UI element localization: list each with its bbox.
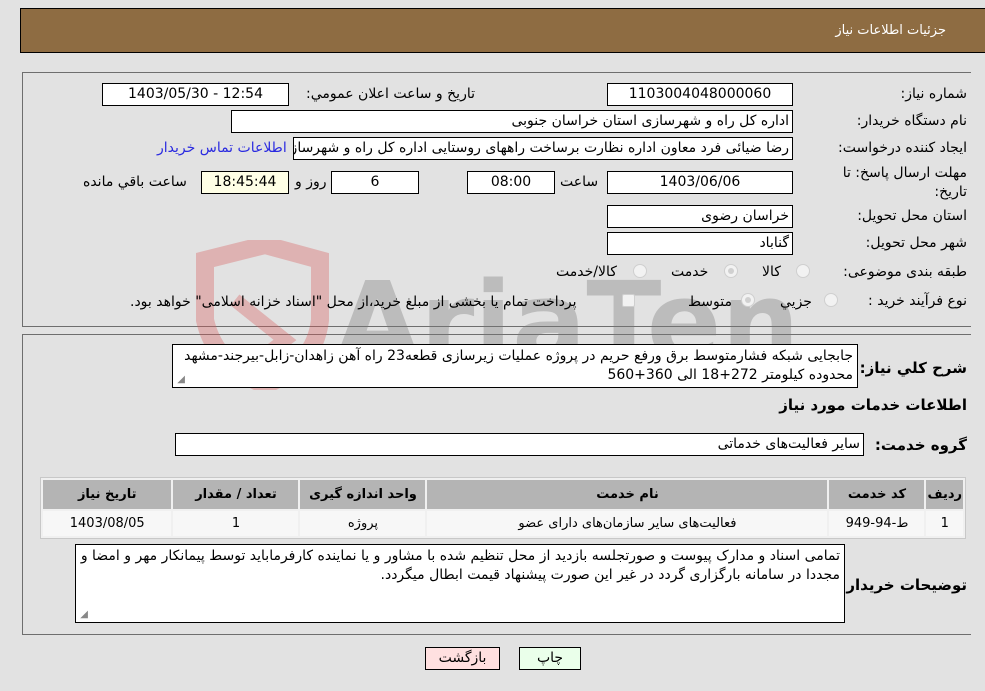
creator-field: رضا ضیائی فرد معاون اداره نظارت برساخت ر… [293,137,793,160]
services-table: رديف کد خدمت نام خدمت واحد اندازه گيری ت… [40,477,966,539]
header-bar: جزئیات اطلاعات نیاز [20,8,985,53]
print-button[interactable]: چاپ [519,647,581,670]
cell-service-code: ط-94-949 [829,511,925,536]
category-service-label: خدمت [671,264,709,280]
remaining-time-label: ساعت باقي مانده [83,174,187,190]
table-header-row: رديف کد خدمت نام خدمت واحد اندازه گيری ت… [43,480,963,509]
description-textarea[interactable]: جابجایی شبکه فشارمتوسط برق ورفع حریم در … [172,344,858,388]
resize-grip-icon[interactable]: ◢ [175,375,185,385]
col-service-code: کد خدمت [829,480,925,509]
cell-unit: پروژه [300,511,426,536]
need-number-field: 1103004048000060 [607,83,793,106]
purchase-radio-minor[interactable] [824,293,838,307]
description-text: جابجایی شبکه فشارمتوسط برق ورفع حریم در … [184,348,853,383]
col-unit: واحد اندازه گيری [300,480,426,509]
category-goods-label: کالا [762,264,781,280]
creator-label: ايجاد کننده درخواست: [838,140,967,156]
buyer-org-label: نام دستگاه خريدار: [856,113,967,129]
buyer-org-field: اداره کل راه و شهرسازی استان خراسان جنوب… [231,110,793,133]
treasury-checkbox[interactable] [622,294,635,307]
table-row: 1 ط-94-949 فعالیت‌های سایر سازمان‌های دا… [43,511,963,536]
deadline-label: مهلت ارسال پاسخ: تا تاریخ: [842,165,967,200]
resize-grip-icon[interactable]: ◢ [78,610,88,620]
description-label: شرح کلي نياز: [859,359,967,377]
col-service-name: نام خدمت [427,480,828,509]
cell-need-date: 1403/08/05 [43,511,172,536]
buyer-notes-textarea[interactable]: تمامی اسناد و مدارک پیوست و صورتجلسه باز… [75,544,845,623]
category-label: طبقه بندی موضوعی: [843,264,967,280]
deadline-time-label: ساعت [560,174,599,190]
cell-quantity: 1 [173,511,299,536]
col-row-number: رديف [926,480,963,509]
days-remaining-field: 6 [331,171,419,194]
treasury-note: پرداخت تمام یا بخشی از مبلغ خرید،از محل … [130,294,577,310]
col-quantity: تعداد / مقدار [173,480,299,509]
city-field: گناباد [607,232,793,255]
service-group-label: گروه خدمت: [874,436,967,454]
purchase-medium-label: متوسط [688,294,732,310]
province-field: خراسان رضوی [607,205,793,228]
category-goods-service-label: کالا/خدمت [556,264,617,280]
days-label: روز و [295,174,327,190]
deadline-date-field: 1403/06/06 [607,171,793,194]
purchase-radio-medium[interactable] [741,293,755,307]
back-button[interactable]: بازگشت [425,647,500,670]
cell-service-name: فعالیت‌های سایر سازمان‌های دارای عضو [427,511,828,536]
deadline-time-field: 08:00 [467,171,555,194]
col-need-date: تاريخ نياز [43,480,172,509]
services-section-title: اطلاعات خدمات مورد نياز [779,396,967,414]
province-label: استان محل تحویل: [857,208,967,224]
service-group-field: سایر فعالیت‌های خدماتی [175,433,864,456]
purchase-type-label: نوع فرآيند خريد : [868,293,967,309]
purchase-minor-label: جزيي [780,294,812,310]
buyer-notes-text: تمامی اسناد و مدارک پیوست و صورتجلسه باز… [80,548,840,583]
announce-label: تاریخ و ساعت اعلان عمومي: [306,86,475,102]
need-number-label: شماره نیاز: [900,86,968,102]
announce-datetime-field: 1403/05/30 - 12:54 [102,83,289,106]
page-title: جزئیات اطلاعات نیاز [835,23,946,38]
remaining-time-field: 18:45:44 [201,171,289,194]
buyer-contact-link[interactable]: اطلاعات تماس خريدار [157,140,287,156]
category-radio-goods[interactable] [796,264,810,278]
category-radio-service[interactable] [724,264,738,278]
category-radio-goods-service[interactable] [633,264,647,278]
cell-row-number: 1 [926,511,963,536]
city-label: شهر محل تحویل: [865,235,967,251]
buyer-notes-label: توضيحات خريدار: [840,576,967,594]
